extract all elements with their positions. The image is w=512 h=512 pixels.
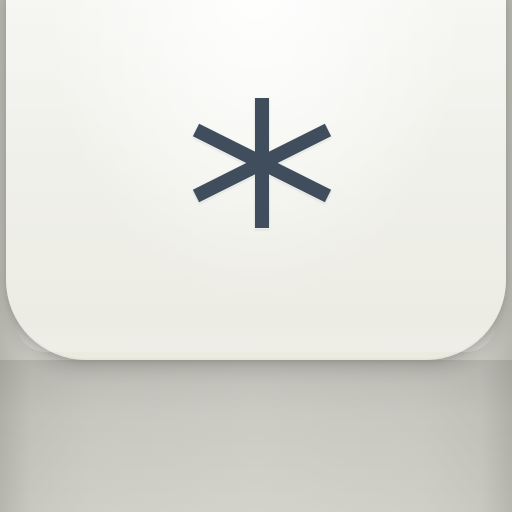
keycap	[6, 0, 506, 360]
key-base-shadow	[0, 360, 512, 512]
app-icon	[0, 0, 512, 512]
asterisk-icon	[192, 98, 332, 228]
